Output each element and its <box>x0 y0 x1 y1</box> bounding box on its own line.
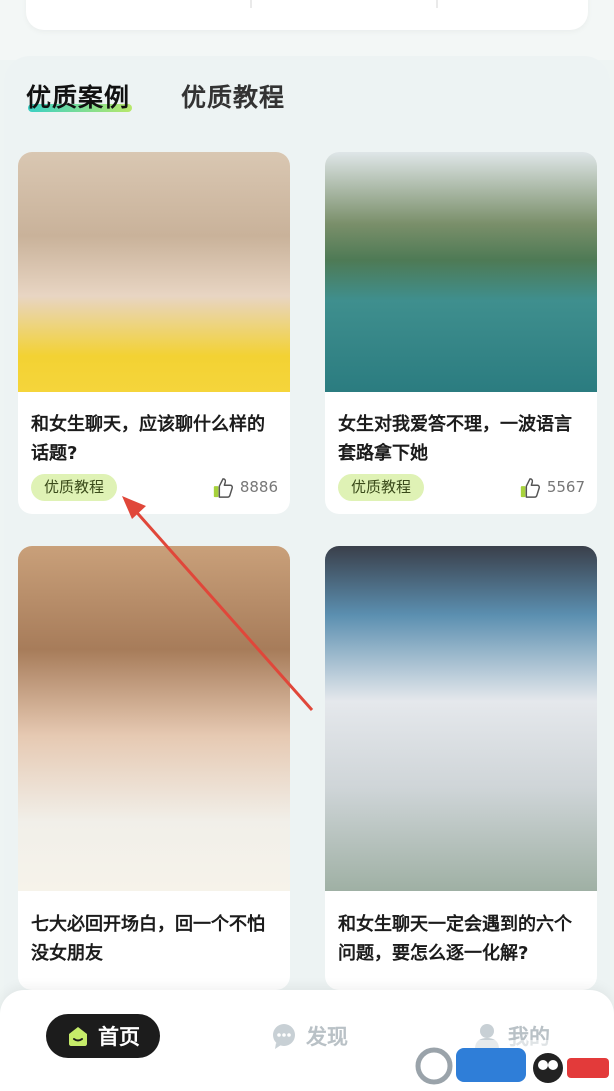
article-image <box>18 152 290 392</box>
nav-discover-button[interactable]: 发现 <box>270 1018 348 1054</box>
article-title: 七大必回开场白，回一个不怕没女朋友 <box>31 914 265 964</box>
article-image <box>325 152 597 392</box>
nav-discover-label: 发现 <box>306 1025 348 1049</box>
nav-home-label: 首页 <box>98 1025 140 1049</box>
top-card <box>26 0 588 30</box>
category-badge: 优质教程 <box>338 474 425 501</box>
like-count: 8886 <box>239 478 278 496</box>
article-title: 女生对我爱答不理，一波语言套路拿下她 <box>338 414 572 464</box>
top-card-divider <box>250 0 252 8</box>
article-image <box>18 546 290 891</box>
article-card[interactable]: 七大必回开场白，回一个不怕没女朋友 <box>18 546 290 990</box>
site-logo-watermark <box>412 1040 614 1091</box>
thumbs-up-icon <box>520 477 540 498</box>
like-count: 5567 <box>546 478 585 496</box>
article-title: 和女生聊天，应该聊什么样的话题? <box>31 414 265 464</box>
like-counter[interactable]: 5567 <box>519 474 585 501</box>
article-card[interactable]: 女生对我爱答不理，一波语言套路拿下她 优质教程 5567 <box>325 152 597 514</box>
tab-quality-cases[interactable]: 优质案例 <box>26 78 130 118</box>
category-badge: 优质教程 <box>31 474 118 501</box>
article-card[interactable]: 和女生聊天，应该聊什么样的话题? 优质教程 8886 <box>18 152 290 514</box>
tab-label: 优质案例 <box>26 83 131 112</box>
article-image <box>325 546 597 891</box>
like-counter[interactable]: 8886 <box>212 474 278 501</box>
home-icon <box>69 1027 87 1046</box>
thumbs-up-icon <box>213 477 233 498</box>
tab-quality-tutorials[interactable]: 优质教程 <box>181 78 285 118</box>
article-title: 和女生聊天一定会遇到的六个问题，要怎么逐一化解? <box>338 914 572 964</box>
tab-label: 优质教程 <box>181 83 286 112</box>
top-card-divider <box>436 0 438 8</box>
article-card[interactable]: 和女生聊天一定会遇到的六个问题，要怎么逐一化解? <box>325 546 597 990</box>
nav-home-button[interactable]: 首页 <box>46 1014 160 1058</box>
chat-bubble-icon <box>273 1024 295 1049</box>
